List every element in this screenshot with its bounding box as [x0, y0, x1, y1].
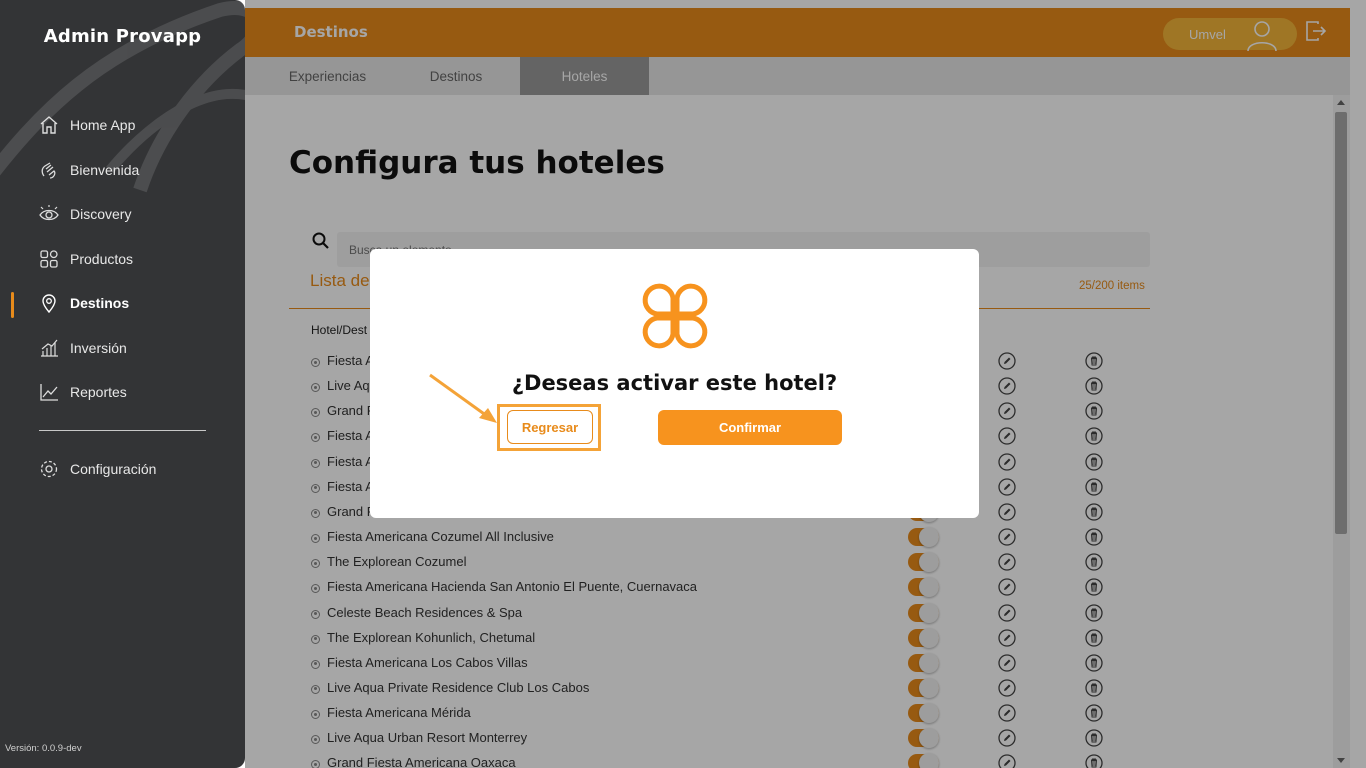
sidebar-item-configuracion[interactable]: Configuración: [38, 454, 156, 484]
sidebar-item-productos[interactable]: Productos: [38, 244, 133, 274]
sidebar-item-label: Bienvenida: [70, 162, 140, 178]
sidebar-item-label: Configuración: [70, 461, 157, 477]
annotation-arrow-icon: [429, 373, 497, 423]
sidebar-item-label: Inversión: [70, 340, 127, 356]
active-indicator: [11, 292, 14, 318]
line-chart-icon: [38, 381, 60, 403]
clover-logo-icon: [642, 283, 708, 349]
sidebar-item-bienvenida[interactable]: Bienvenida: [38, 155, 139, 185]
sidebar-item-label: Home App: [70, 117, 136, 133]
sidebar-item-label: Discovery: [70, 206, 132, 222]
sidebar-divider: [39, 430, 206, 431]
gear-icon: [38, 458, 60, 480]
eye-icon: [38, 203, 60, 225]
sidebar-item-label: Productos: [70, 251, 134, 267]
sidebar-item-destinos[interactable]: Destinos: [38, 288, 129, 318]
sidebar-item-inversion[interactable]: Inversión: [38, 333, 127, 363]
sidebar-item-label: Destinos: [70, 295, 130, 311]
app-brand: Admin Provapp: [43, 26, 202, 47]
sidebar-item-discovery[interactable]: Discovery: [38, 199, 131, 229]
sidebar-item-home-app[interactable]: Home App: [38, 110, 135, 140]
sidebar: Admin Provapp Home App Bienvenida Discov…: [0, 0, 245, 768]
location-pin-icon: [38, 292, 60, 314]
bar-chart-icon: [38, 337, 60, 359]
sidebar-item-reportes[interactable]: Reportes: [38, 377, 127, 407]
sidebar-item-label: Reportes: [70, 384, 127, 400]
home-icon: [38, 114, 60, 136]
back-button[interactable]: Regresar: [507, 410, 593, 444]
wave-hand-icon: [38, 159, 60, 181]
confirm-button[interactable]: Confirmar: [658, 410, 842, 445]
version-label: Versión: 0.0.9-dev: [5, 743, 82, 754]
grid-icon: [38, 248, 60, 270]
